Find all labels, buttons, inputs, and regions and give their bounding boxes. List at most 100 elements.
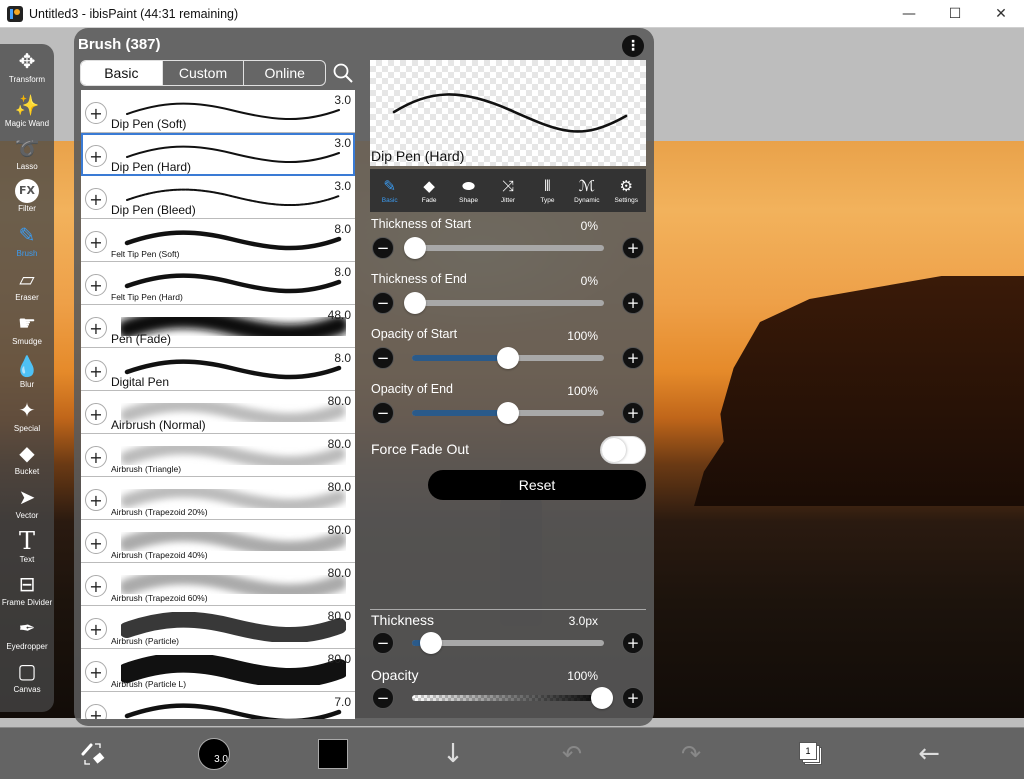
add-brush-button[interactable]: + <box>85 661 107 683</box>
property-tab-settings[interactable]: ⚙ Settings <box>607 169 646 212</box>
opacity-of-end-decrease-button[interactable]: − <box>372 402 394 424</box>
opacity-of-start-increase-button[interactable]: + <box>622 347 644 369</box>
tool-special[interactable]: ✦ Special <box>0 397 54 441</box>
back-button[interactable]: ← <box>912 728 946 779</box>
force-fade-out-toggle[interactable] <box>600 436 646 464</box>
tab-online[interactable]: Online <box>244 61 325 85</box>
add-brush-button[interactable]: + <box>85 102 107 124</box>
property-tab-label: Shape <box>459 197 478 204</box>
brush-item[interactable]: +80.0 Airbrush (Trapezoid 60%) <box>81 563 355 606</box>
slider-knob[interactable] <box>420 632 443 654</box>
brush-item[interactable]: +3.0 Dip Pen (Bleed) <box>81 176 355 219</box>
brush-item[interactable]: +8.0 Felt Tip Pen (Hard) <box>81 262 355 305</box>
thickness-of-start-decrease-button[interactable]: − <box>372 237 394 259</box>
brush-item[interactable]: +80.0 Airbrush (Triangle) <box>81 434 355 477</box>
brush-item[interactable]: +80.0 Airbrush (Trapezoid 20%) <box>81 477 355 520</box>
property-tab-dynamic[interactable]: ℳ Dynamic <box>567 169 606 212</box>
property-tab-jitter[interactable]: ⤨ Jitter <box>488 169 527 212</box>
slider-knob[interactable] <box>404 292 426 314</box>
brush-eraser-swap-button[interactable] <box>70 728 116 779</box>
property-tab-fade[interactable]: ◆ Fade <box>409 169 448 212</box>
tool-transform[interactable]: ✥ Transform <box>0 48 54 92</box>
brush-item[interactable]: +80.0 Airbrush (Trapezoid 40%) <box>81 520 355 563</box>
thickness-decrease-button[interactable]: − <box>372 632 394 654</box>
thickness-of-start-label: Thickness of Start <box>371 217 472 231</box>
tool-vector[interactable]: ➤ Vector <box>0 484 54 528</box>
tool-brush[interactable]: ✎ Brush <box>0 222 54 266</box>
add-brush-button[interactable]: + <box>85 317 107 339</box>
thickness-of-start-slider[interactable] <box>404 237 604 259</box>
brush-list[interactable]: +3.0 Dip Pen (Soft) +3.0 Dip Pen (Hard) +3.0… <box>81 90 355 719</box>
brush-item[interactable]: +48.0 Pen (Fade) <box>81 305 355 348</box>
slider-knob[interactable] <box>404 237 426 259</box>
thickness-slider[interactable] <box>412 632 604 654</box>
opacity-of-start-slider[interactable] <box>412 347 604 369</box>
color-button[interactable] <box>316 728 350 779</box>
brush-size-button[interactable]: 3.0 <box>196 728 232 779</box>
tool-bucket[interactable]: ◆ Bucket <box>0 440 54 484</box>
add-brush-button[interactable]: + <box>85 704 107 719</box>
add-brush-button[interactable]: + <box>85 231 107 253</box>
add-brush-button[interactable]: + <box>85 489 107 511</box>
tool-eyedropper[interactable]: ✒ Eyedropper <box>0 615 54 659</box>
add-brush-button[interactable]: + <box>85 618 107 640</box>
search-button[interactable] <box>332 62 354 84</box>
opacity-slider[interactable] <box>412 687 614 709</box>
brush-item[interactable]: +8.0 Digital Pen <box>81 348 355 391</box>
slider-knob[interactable] <box>497 402 519 424</box>
maximize-button[interactable]: ☐ <box>932 0 978 28</box>
close-button[interactable]: ✕ <box>978 0 1024 28</box>
thickness-of-start-increase-button[interactable]: + <box>622 237 644 259</box>
current-color-swatch <box>318 739 348 769</box>
tool-blur[interactable]: 💧 Blur <box>0 353 54 397</box>
slider-knob[interactable] <box>497 347 519 369</box>
layers-button[interactable]: 1 <box>796 728 826 779</box>
opacity-decrease-button[interactable]: − <box>372 687 394 709</box>
brush-item[interactable]: +80.0 Airbrush (Normal) <box>81 391 355 434</box>
thickness-increase-button[interactable]: + <box>622 632 644 654</box>
thickness-of-end-slider[interactable] <box>404 292 604 314</box>
opacity-of-start-decrease-button[interactable]: − <box>372 347 394 369</box>
brush-item[interactable]: +7.0 <box>81 692 355 719</box>
opacity-of-end-slider[interactable] <box>412 402 604 424</box>
add-brush-button[interactable]: + <box>85 188 107 210</box>
add-brush-button[interactable]: + <box>85 403 107 425</box>
thickness-of-end-increase-button[interactable]: + <box>622 292 644 314</box>
add-brush-button[interactable]: + <box>85 274 107 296</box>
property-tab-shape[interactable]: ⬬ Shape <box>449 169 488 212</box>
brush-name: Airbrush (Trapezoid 40%) <box>111 550 208 560</box>
add-brush-button[interactable]: + <box>85 446 107 468</box>
reset-button[interactable]: Reset <box>428 470 646 500</box>
property-tab-type[interactable]: ⫴ Type <box>528 169 567 212</box>
brush-item[interactable]: +3.0 Dip Pen (Soft) <box>81 90 355 133</box>
minimize-button[interactable]: — <box>886 0 932 28</box>
tool-filter[interactable]: FX Filter <box>0 178 54 223</box>
tool-smudge[interactable]: ☛ Smudge <box>0 310 54 354</box>
tool-eraser[interactable]: ▱ Eraser <box>0 266 54 310</box>
tab-basic[interactable]: Basic <box>81 61 163 85</box>
more-menu-button[interactable]: ⋮ <box>622 35 644 57</box>
tool-text[interactable]: T Text <box>0 528 54 572</box>
bottom-toolbar: 3.0 ↓ ↶ ↷ 1 ← <box>0 727 1024 779</box>
redo-button[interactable]: ↷ <box>674 728 708 779</box>
add-brush-button[interactable]: + <box>85 532 107 554</box>
brush-item[interactable]: +80.0 Airbrush (Particle L) <box>81 649 355 692</box>
undo-button[interactable]: ↶ <box>555 728 589 779</box>
add-brush-button[interactable]: + <box>85 360 107 382</box>
add-brush-button[interactable]: + <box>85 145 107 167</box>
tab-custom[interactable]: Custom <box>163 61 245 85</box>
tool-magic-wand[interactable]: ✨ Magic Wand <box>0 92 54 136</box>
opacity-of-end-increase-button[interactable]: + <box>622 402 644 424</box>
tool-canvas[interactable]: ▢ Canvas <box>0 658 54 702</box>
brush-item[interactable]: +3.0 Dip Pen (Hard) <box>81 133 355 176</box>
thickness-of-end-decrease-button[interactable]: − <box>372 292 394 314</box>
down-arrow-button[interactable]: ↓ <box>436 728 470 779</box>
tool-frame-divider[interactable]: ⊟ Frame Divider <box>0 571 54 615</box>
add-brush-button[interactable]: + <box>85 575 107 597</box>
brush-item[interactable]: +80.0 Airbrush (Particle) <box>81 606 355 649</box>
opacity-increase-button[interactable]: + <box>622 687 644 709</box>
tool-lasso[interactable]: ➰ Lasso <box>0 135 54 179</box>
slider-knob[interactable] <box>591 687 614 709</box>
property-tab-basic[interactable]: ✎ Basic <box>370 169 409 212</box>
brush-item[interactable]: +8.0 Felt Tip Pen (Soft) <box>81 219 355 262</box>
